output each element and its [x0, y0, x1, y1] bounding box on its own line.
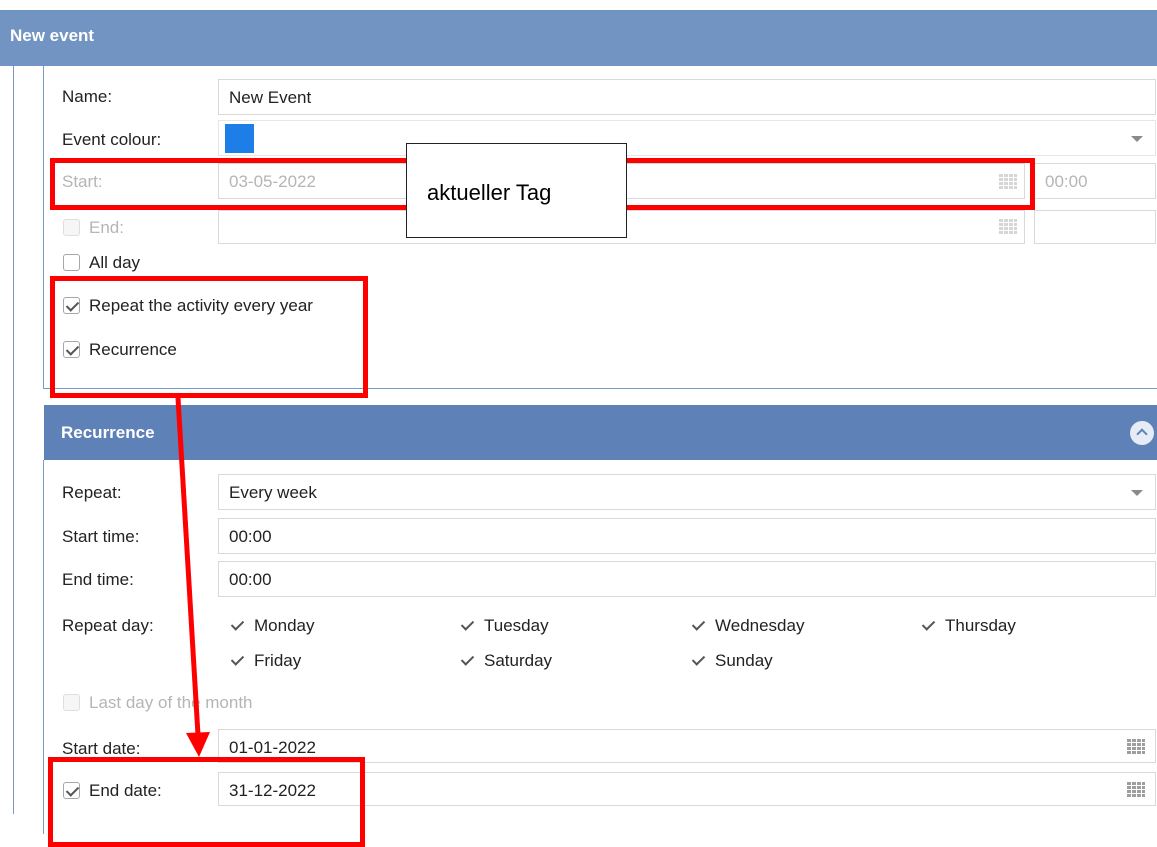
annotation-arrow	[175, 397, 210, 757]
arrow-line	[175, 397, 201, 736]
callout-text: aktueller Tag	[427, 180, 552, 205]
arrow-head	[186, 732, 210, 757]
